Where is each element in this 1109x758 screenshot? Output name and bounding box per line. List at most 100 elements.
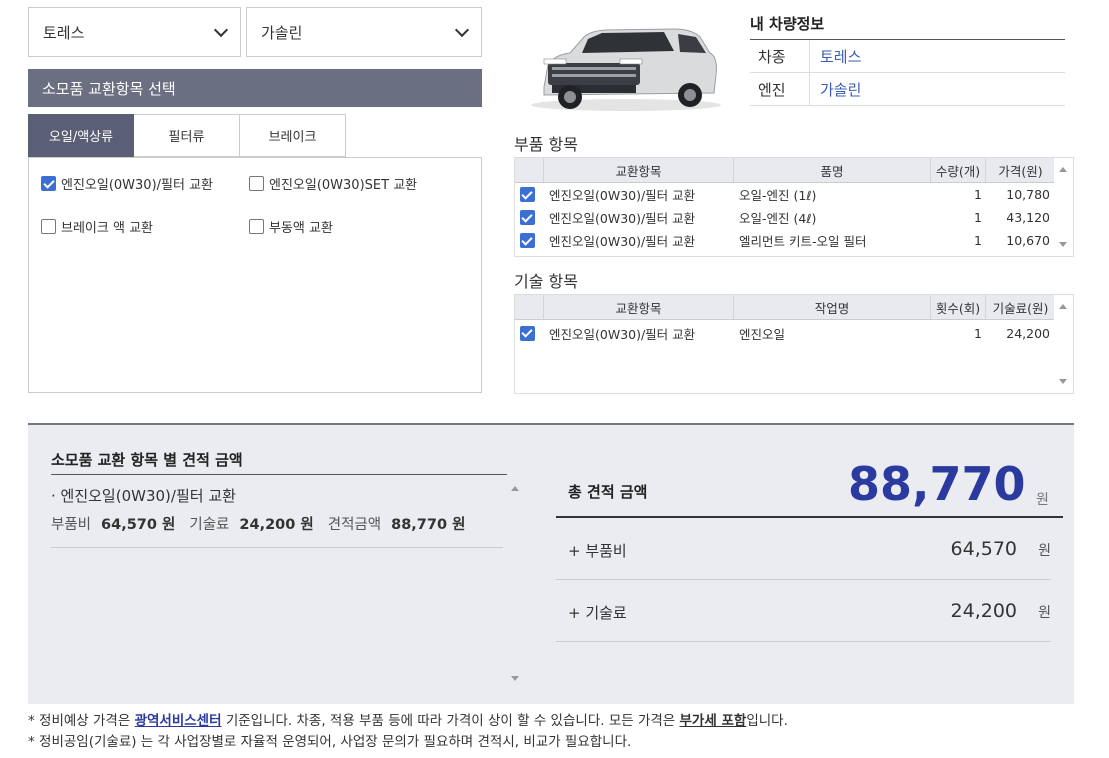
chevron-down-icon bbox=[454, 22, 470, 37]
subtotal-unit: 원 bbox=[1038, 543, 1051, 559]
estimate-list-scrollbar[interactable] bbox=[508, 477, 522, 685]
subtotal-label: + 기술료 bbox=[568, 604, 627, 622]
scroll-down-icon[interactable] bbox=[1059, 242, 1067, 247]
checkbox-icon[interactable] bbox=[249, 219, 264, 234]
cell-price: 10,670 bbox=[1006, 233, 1050, 248]
info-value: 토레스 bbox=[820, 47, 862, 66]
header-cell: 품명 bbox=[734, 158, 931, 182]
info-key: 차종 bbox=[750, 40, 810, 72]
service-center-link[interactable]: 광역서비스센터 bbox=[135, 713, 222, 729]
labor-grid: 교환항목 작업명 횟수(회) 기술료(원) 엔진오일(0W30)/필터 교환 엔… bbox=[514, 294, 1074, 394]
option-engine-oil-set[interactable]: 엔진오일(0W30)SET 교환 bbox=[249, 174, 417, 193]
parts-cost-value: 64,570 원 bbox=[101, 517, 176, 533]
tab-oil-fluids[interactable]: 오일/액상류 bbox=[28, 114, 134, 157]
labor-grid-scrollbar[interactable] bbox=[1054, 295, 1073, 393]
option-label: 엔진오일(0W30)SET 교환 bbox=[269, 178, 418, 193]
note-line-1: * 정비예상 가격은 광역서비스센터 기준입니다. 차종, 적용 부품 등에 따… bbox=[28, 711, 788, 732]
vehicle-info-row-model: 차종 토레스 bbox=[750, 40, 1065, 73]
header-cell: 작업명 bbox=[734, 295, 931, 319]
table-row[interactable]: 엔진오일(0W30)/필터 교환 엘리먼트 키트-오일 필터 1 10,670 bbox=[515, 229, 1073, 252]
divider bbox=[51, 547, 503, 548]
parts-grid: 교환항목 품명 수량(개) 가격(원) 엔진오일(0W30)/필터 교환 오일-… bbox=[514, 157, 1074, 257]
cell-name: 오일-엔진 (1ℓ) bbox=[739, 188, 817, 203]
vehicle-info-table: 차종 토레스 엔진 가솔린 bbox=[750, 39, 1065, 106]
vat-included-text: 부가세 포함 bbox=[679, 713, 747, 729]
cell-item: 엔진오일(0W30)/필터 교환 bbox=[549, 211, 696, 226]
option-label: 브레이크 액 교환 bbox=[61, 221, 153, 236]
cell-price: 24,200 bbox=[1006, 325, 1050, 341]
cell-price: 10,780 bbox=[1006, 187, 1050, 202]
total-estimate-unit: 원 bbox=[1036, 492, 1049, 508]
note-text: * 정비예상 가격은 bbox=[28, 713, 135, 729]
subtotal-unit: 원 bbox=[1038, 605, 1051, 621]
option-label: 부동액 교환 bbox=[269, 221, 333, 236]
info-key: 엔진 bbox=[750, 73, 810, 105]
table-row[interactable]: 엔진오일(0W30)/필터 교환 오일-엔진 (4ℓ) 1 43,120 bbox=[515, 206, 1073, 229]
header-cell: 기술료(원) bbox=[986, 295, 1056, 319]
estimate-title: 소모품 교환 항목 별 견적 금액 bbox=[51, 451, 243, 469]
scroll-up-icon[interactable] bbox=[511, 486, 519, 491]
total-estimate-label: 총 견적 금액 bbox=[568, 483, 648, 501]
option-coolant[interactable]: 부동액 교환 bbox=[249, 217, 333, 236]
parts-grid-scrollbar[interactable] bbox=[1054, 158, 1073, 256]
estimate-list: · 엔진오일(0W30)/필터 교환 부품비 64,570 원 기술료 24,200 … bbox=[51, 475, 523, 683]
scroll-up-icon[interactable] bbox=[1059, 167, 1067, 172]
scroll-up-icon[interactable] bbox=[1059, 304, 1067, 309]
car-model-select-value: 토레스 bbox=[43, 23, 85, 42]
checkbox-icon[interactable] bbox=[41, 219, 56, 234]
subtotal-label: + 부품비 bbox=[568, 542, 627, 560]
vehicle-info-title: 내 차량정보 bbox=[750, 15, 825, 33]
table-row[interactable]: 엔진오일(0W30)/필터 교환 엔진오일 1 24,200 bbox=[515, 320, 1073, 346]
fuel-select-value: 가솔린 bbox=[261, 23, 303, 42]
note-text: 기준입니다. 차종, 적용 부품 등에 따라 가격이 상이 할 수 있습니다. … bbox=[221, 713, 680, 729]
car-model-select[interactable]: 토레스 bbox=[28, 7, 241, 57]
fuel-select[interactable]: 가솔린 bbox=[246, 7, 482, 57]
car-image bbox=[514, 17, 738, 117]
checkbox-checked-icon[interactable] bbox=[519, 325, 535, 341]
estimate-item-name: · 엔진오일(0W30)/필터 교환 bbox=[51, 487, 236, 505]
scroll-down-icon[interactable] bbox=[511, 676, 519, 681]
estimate-total-label: 견적금액 bbox=[327, 517, 382, 533]
note-line-2: * 정비공임(기술료) 는 각 사업장별로 자율적 운영되어, 사업장 문의가 … bbox=[28, 734, 632, 750]
consumables-header: 소모품 교환항목 선택 bbox=[28, 69, 482, 107]
header-cell: 교환항목 bbox=[544, 295, 734, 319]
checkbox-checked-icon[interactable] bbox=[519, 210, 535, 225]
header-cell: 수량(개) bbox=[931, 158, 986, 182]
checkbox-checked-icon[interactable] bbox=[519, 187, 535, 202]
cell-qty: 1 bbox=[974, 233, 982, 248]
total-estimate-value: 88,770 bbox=[848, 457, 1026, 511]
checkbox-checked-icon[interactable] bbox=[519, 233, 535, 248]
subtotal-value: 24,200 bbox=[950, 600, 1017, 622]
vehicle-info-row-engine: 엔진 가솔린 bbox=[750, 73, 1065, 106]
cell-qty: 1 bbox=[974, 187, 982, 202]
cell-item: 엔진오일(0W30)/필터 교환 bbox=[549, 188, 696, 203]
estimate-panel: 소모품 교환 항목 별 견적 금액 · 엔진오일(0W30)/필터 교환 부품비… bbox=[28, 423, 1074, 704]
option-engine-oil-filter[interactable]: 엔진오일(0W30)/필터 교환 bbox=[41, 174, 213, 193]
parts-cost-label: 부품비 bbox=[51, 517, 92, 533]
header-checkbox-col bbox=[515, 158, 544, 182]
checkbox-icon[interactable] bbox=[249, 176, 264, 191]
header-cell: 횟수(회) bbox=[931, 295, 986, 319]
cell-item: 엔진오일(0W30)/필터 교환 bbox=[549, 326, 696, 342]
cell-qty: 1 bbox=[974, 325, 982, 341]
cell-name: 오일-엔진 (4ℓ) bbox=[739, 211, 817, 226]
info-value: 가솔린 bbox=[820, 80, 862, 99]
option-label: 엔진오일(0W30)/필터 교환 bbox=[61, 178, 214, 193]
tab-brakes[interactable]: 브레이크 bbox=[240, 114, 346, 157]
cell-name: 엘리먼트 키트-오일 필터 bbox=[739, 234, 867, 249]
subtotal-labor-row: + 기술료 24,200 원 bbox=[556, 580, 1051, 642]
note-text: 입니다. bbox=[746, 713, 788, 729]
subtotal-parts-row: + 부품비 64,570 원 bbox=[556, 518, 1051, 580]
checkbox-checked-icon[interactable] bbox=[41, 176, 56, 191]
chevron-down-icon bbox=[213, 22, 229, 37]
tab-filters[interactable]: 필터류 bbox=[134, 114, 240, 157]
header-cell: 가격(원) bbox=[986, 158, 1056, 182]
scroll-down-icon[interactable] bbox=[1059, 379, 1067, 384]
consumables-options: 엔진오일(0W30)/필터 교환 엔진오일(0W30)SET 교환 브레이크 액… bbox=[28, 157, 482, 393]
option-brake-fluid[interactable]: 브레이크 액 교환 bbox=[41, 217, 153, 236]
estimate-total-value: 88,770 원 bbox=[391, 517, 466, 533]
consumables-tabs: 오일/액상류 필터류 브레이크 bbox=[28, 114, 346, 157]
header-checkbox-col bbox=[515, 295, 544, 319]
cell-qty: 1 bbox=[974, 210, 982, 225]
table-row[interactable]: 엔진오일(0W30)/필터 교환 오일-엔진 (1ℓ) 1 10,780 bbox=[515, 183, 1073, 206]
